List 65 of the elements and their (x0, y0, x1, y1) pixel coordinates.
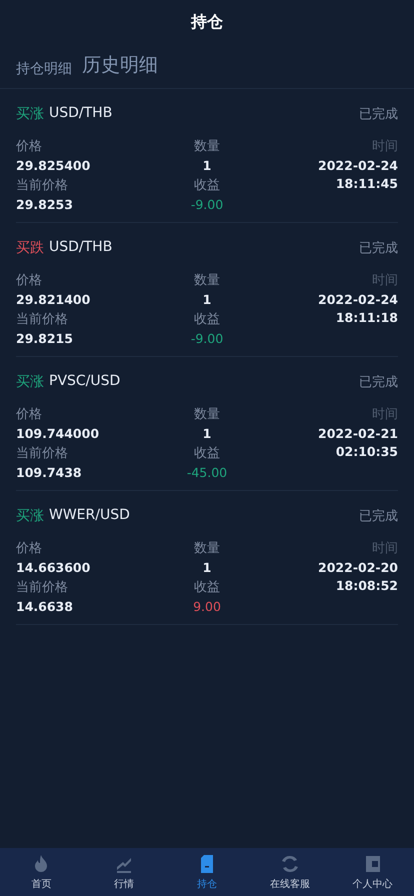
nav-item[interactable]: 个人中心 (331, 848, 414, 896)
refresh-icon (280, 854, 300, 874)
price-value: 14.663600 (16, 560, 90, 575)
trade-direction: 买跌 (16, 239, 44, 257)
field-label: 数量 (194, 138, 220, 155)
field-label: 收益 (194, 579, 220, 596)
field-label: 当前价格 (16, 579, 68, 596)
quantity-value: 1 (202, 560, 212, 575)
nav-item[interactable]: 持仓 (166, 848, 248, 896)
price-value: 29.825400 (16, 158, 90, 173)
field-label: 数量 (194, 406, 220, 423)
field-label: 价格 (16, 540, 42, 557)
trade-direction: 买涨 (16, 373, 44, 391)
field-label: 当前价格 (16, 177, 68, 194)
field-label: 时间 (372, 540, 398, 557)
profit-value: -9.00 (190, 197, 224, 212)
time-value: 02:10:35 (336, 444, 398, 459)
field-label: 数量 (194, 540, 220, 557)
order-status: 已完成 (359, 106, 398, 123)
field-label: 数量 (194, 272, 220, 289)
field-label: 收益 (194, 445, 220, 462)
profit-value: 9.00 (193, 599, 221, 614)
field-label: 时间 (372, 138, 398, 155)
quantity-value: 1 (202, 426, 212, 441)
quantity-value: 1 (202, 292, 212, 307)
currency-pair: USD/THB (49, 239, 112, 257)
field-label: 价格 (16, 272, 42, 289)
currency-pair: PVSC/USD (49, 373, 120, 391)
order-status: 已完成 (359, 374, 398, 391)
nav-item[interactable]: 在线客服 (248, 848, 332, 896)
current-price-value: 29.8253 (16, 197, 73, 212)
date-value: 2022-02-24 (318, 292, 398, 307)
field-label: 当前价格 (16, 311, 68, 328)
current-price-value: 109.7438 (16, 465, 82, 480)
nav-item[interactable]: 行情 (82, 848, 166, 896)
field-label: 收益 (194, 177, 220, 194)
profit-value: -9.00 (190, 331, 224, 346)
quantity-value: 1 (202, 158, 212, 173)
page-title: 持仓 (190, 10, 224, 32)
time-value: 18:08:52 (336, 578, 398, 593)
profit-value: -45.00 (186, 465, 228, 480)
field-label: 当前价格 (16, 445, 68, 462)
current-price-value: 14.6638 (16, 599, 73, 614)
field-label: 价格 (16, 138, 42, 155)
currency-pair: WWER/USD (49, 507, 130, 525)
nav-item[interactable]: 首页 (0, 848, 83, 896)
order-status: 已完成 (359, 240, 398, 257)
currency-pair: USD/THB (49, 105, 112, 123)
trade-direction: 买涨 (16, 105, 44, 123)
tab[interactable]: 持仓明细 (16, 60, 72, 78)
time-value: 18:11:45 (336, 176, 398, 191)
price-value: 29.821400 (16, 292, 90, 307)
field-label: 时间 (372, 406, 398, 423)
order-status: 已完成 (359, 508, 398, 525)
price-value: 109.744000 (16, 426, 100, 441)
time-value: 18:11:18 (336, 310, 398, 325)
date-value: 2022-02-20 (318, 560, 398, 575)
trade-direction: 买涨 (16, 507, 44, 525)
field-label: 价格 (16, 406, 42, 423)
field-label: 收益 (194, 311, 220, 328)
current-price-value: 29.8215 (16, 331, 73, 346)
date-value: 2022-02-24 (318, 158, 398, 173)
tab[interactable]: 历史明细 (82, 52, 158, 78)
date-value: 2022-02-21 (318, 426, 398, 441)
field-label: 时间 (372, 272, 398, 289)
